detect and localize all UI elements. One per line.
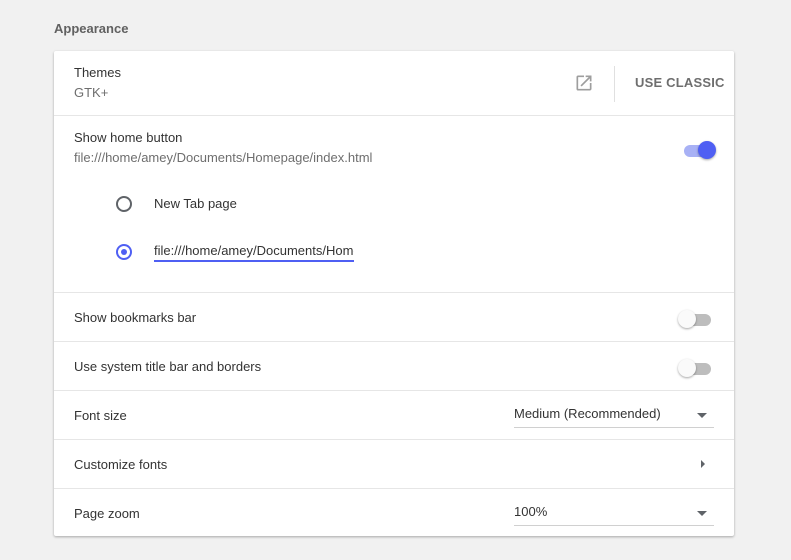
page-zoom-value: 100% xyxy=(514,504,548,519)
vertical-divider xyxy=(614,66,615,102)
themes-value: GTK+ xyxy=(74,85,109,100)
toggle-knob xyxy=(678,359,696,377)
system-title-bar-row: Use system title bar and borders xyxy=(54,341,734,391)
section-title: Appearance xyxy=(54,21,129,36)
page-zoom-select[interactable]: 100% xyxy=(514,503,714,526)
custom-url-input[interactable] xyxy=(154,240,354,262)
chevron-right-icon[interactable] xyxy=(701,460,705,468)
toggle-knob xyxy=(678,310,696,328)
themes-row: Themes GTK+ USE CLASSIC xyxy=(54,51,734,115)
bookmarks-bar-row: Show bookmarks bar xyxy=(54,292,734,342)
home-button-label: Show home button xyxy=(74,130,183,145)
bookmarks-bar-toggle[interactable] xyxy=(678,308,714,328)
customize-fonts-row[interactable]: Customize fonts xyxy=(54,439,734,489)
toggle-knob xyxy=(698,141,716,159)
page-zoom-row: Page zoom 100% xyxy=(54,488,734,537)
font-size-select[interactable]: Medium (Recommended) xyxy=(514,405,714,428)
home-button-url: file:///home/amey/Documents/Homepage/ind… xyxy=(74,150,373,165)
open-in-new-icon[interactable] xyxy=(574,73,594,93)
use-classic-button[interactable]: USE CLASSIC xyxy=(630,67,730,99)
font-size-row: Font size Medium (Recommended) xyxy=(54,390,734,440)
bookmarks-bar-label: Show bookmarks bar xyxy=(74,310,197,325)
customize-fonts-label: Customize fonts xyxy=(74,457,168,472)
themes-label: Themes xyxy=(74,65,121,80)
home-button-row: Show home button file:///home/amey/Docum… xyxy=(54,115,734,293)
appearance-card: Themes GTK+ USE CLASSIC Show home button… xyxy=(54,51,734,536)
home-button-toggle[interactable] xyxy=(681,139,717,159)
radio-custom-url[interactable] xyxy=(116,244,132,260)
font-size-label: Font size xyxy=(74,408,127,423)
dropdown-arrow-icon xyxy=(697,413,707,418)
system-title-bar-label: Use system title bar and borders xyxy=(74,359,262,374)
system-title-bar-toggle[interactable] xyxy=(678,357,714,377)
radio-new-tab-page[interactable] xyxy=(116,196,132,212)
dropdown-arrow-icon xyxy=(697,511,707,516)
font-size-value: Medium (Recommended) xyxy=(514,406,661,421)
radio-new-tab-label[interactable]: New Tab page xyxy=(154,196,237,211)
page-zoom-label: Page zoom xyxy=(74,506,140,521)
